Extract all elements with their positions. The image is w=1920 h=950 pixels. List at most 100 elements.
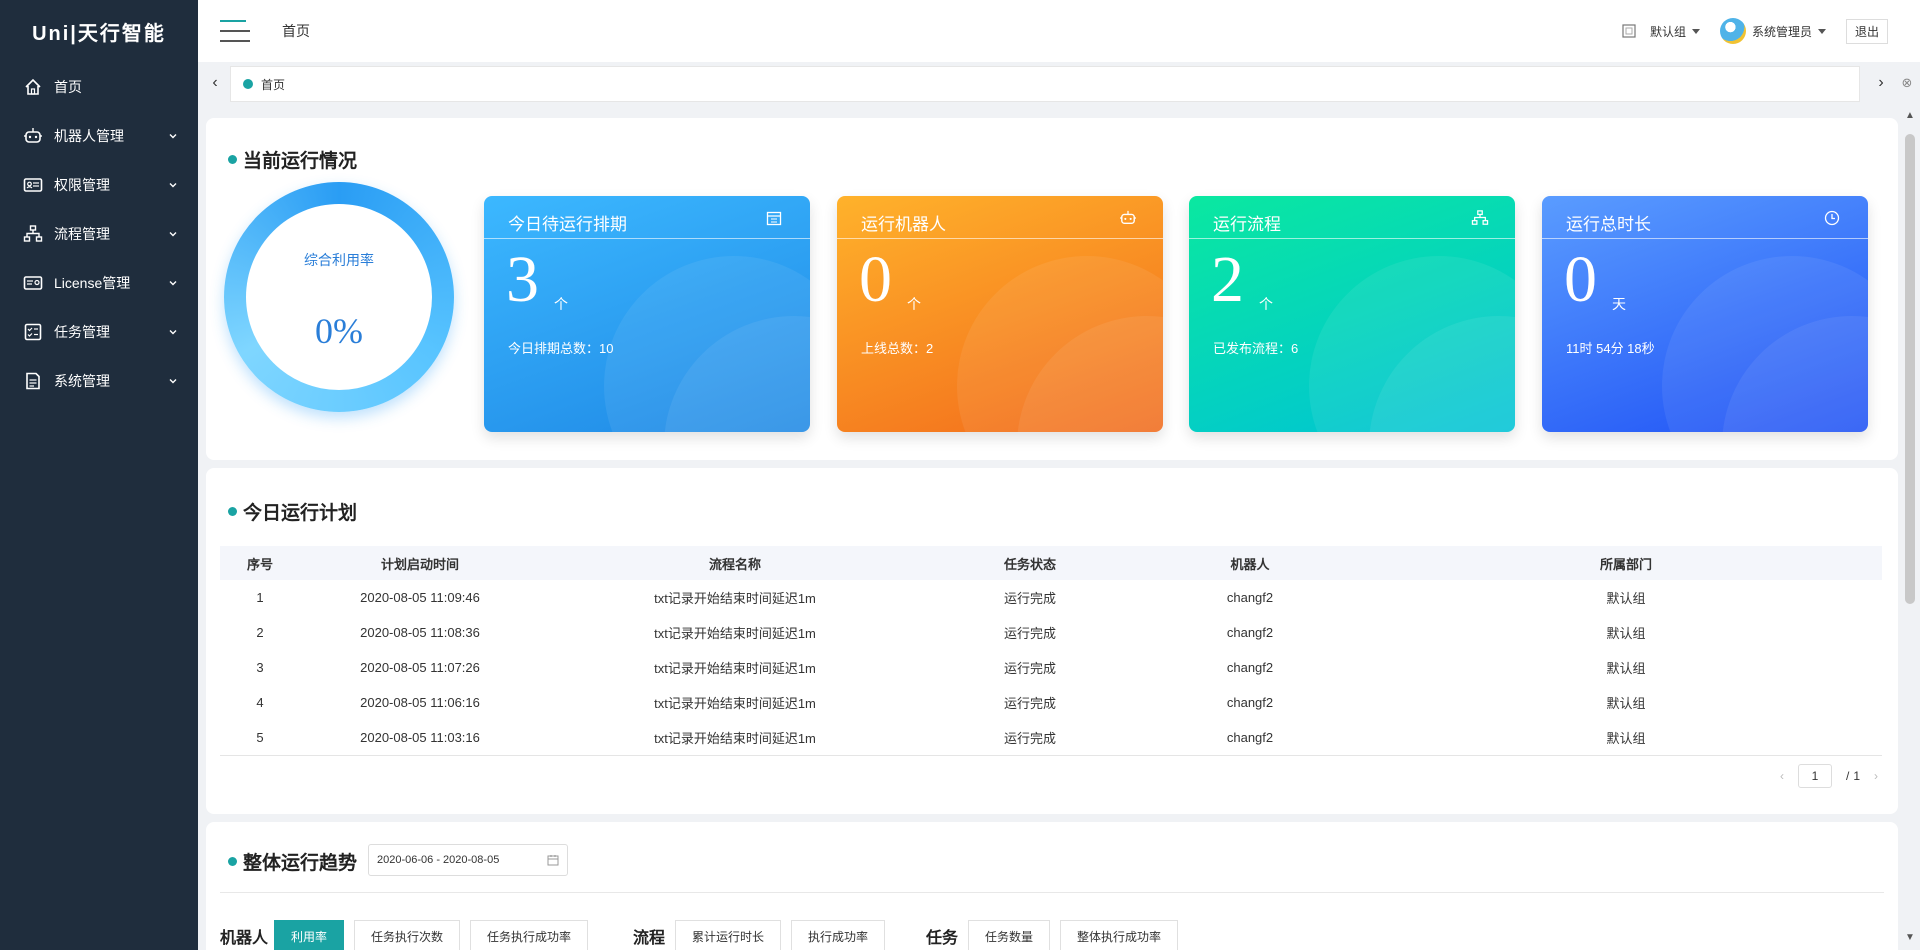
table-cell: 默认组 xyxy=(1370,720,1882,756)
table-cell: 2020-08-05 11:07:26 xyxy=(360,660,480,675)
card-title: 今日待运行排期 xyxy=(508,215,627,234)
trend-metric-button[interactable]: 任务执行次数 xyxy=(354,920,461,950)
next-page-icon[interactable]: › xyxy=(1874,769,1878,783)
trend-metric-button[interactable]: 累计运行时长 xyxy=(675,920,782,950)
trend-group-label: 任务 xyxy=(926,930,959,947)
section-title: 整体运行趋势 xyxy=(228,848,357,875)
sidebar-item-label: 流程管理 xyxy=(54,225,110,242)
table-cell: changf2 xyxy=(1226,590,1274,605)
card-subtext: 11时 54分 18秒 xyxy=(1566,341,1655,356)
caret-down-icon xyxy=(1817,28,1826,34)
divider xyxy=(220,892,1884,893)
sidebar-item-5[interactable]: 任务管理 xyxy=(0,307,198,356)
stat-card: 运行流程 2 个已发布流程：6 xyxy=(1189,196,1515,432)
main-content: 当前运行情况 综合利用率 0% 今日待运行排期 3 个今日排期总数：10 运行机器人 0… xyxy=(198,104,1900,950)
trend-group: 任务 任务数量 整体执行成功率 xyxy=(926,920,1179,950)
bullet-icon xyxy=(228,155,237,164)
chevron-down-icon xyxy=(166,374,180,388)
chevron-down-icon xyxy=(166,227,180,241)
menu-toggle-icon[interactable] xyxy=(220,20,250,42)
trend-metric-button[interactable]: 执行成功率 xyxy=(791,920,886,950)
card-subtext: 今日排期总数：10 xyxy=(508,341,614,356)
chevron-down-icon xyxy=(166,178,180,192)
tabs-next-icon[interactable]: › xyxy=(1868,70,1894,96)
page-input[interactable]: 1 xyxy=(1797,764,1832,788)
robot-icon xyxy=(1119,210,1137,228)
table-cell: 3 xyxy=(256,660,264,675)
trend-group-label: 机器人 xyxy=(220,930,269,947)
section-title-text: 当前运行情况 xyxy=(243,151,358,172)
tab-home[interactable]: 首页 xyxy=(231,69,298,99)
tab-strip: 首页 xyxy=(230,66,1860,102)
sidebar-item-1[interactable]: 机器人管理 xyxy=(0,111,198,160)
trend-metric-button[interactable]: 任务执行成功率 xyxy=(470,920,589,950)
active-dot-icon xyxy=(243,79,253,89)
sidebar-item-label: 任务管理 xyxy=(54,323,110,340)
bullet-icon xyxy=(228,507,237,516)
section-title: 当前运行情况 xyxy=(228,146,357,173)
user-dropdown[interactable]: 系统管理员 xyxy=(1719,18,1826,44)
table-cell: changf2 xyxy=(1226,695,1274,710)
sidebar-item-0[interactable]: 首页 xyxy=(0,62,198,111)
tabs-prev-icon[interactable]: ‹ xyxy=(202,70,228,96)
trend-metric-button[interactable]: 利用率 xyxy=(274,920,345,950)
sidebar-item-label: 系统管理 xyxy=(54,372,110,389)
table-row[interactable]: 5 2020-08-05 11:03:16 txt记录开始结束时间延迟1m 运行完成 c… xyxy=(220,720,1882,756)
chevron-down-icon xyxy=(166,276,180,290)
date-range-picker[interactable]: 2020-06-06 - 2020-08-05 xyxy=(368,844,568,876)
table-cell: txt记录开始结束时间延迟1m xyxy=(654,591,816,606)
table-cell: 运行完成 xyxy=(1003,626,1056,641)
group-dropdown[interactable]: 默认组 xyxy=(1622,23,1700,40)
page-total: 1 xyxy=(1853,769,1860,783)
card-title: 运行机器人 xyxy=(861,215,946,234)
sidebar-item-label: License管理 xyxy=(54,274,131,291)
table-cell: changf2 xyxy=(1130,720,1370,756)
table-cell: txt记录开始结束时间延迟1m xyxy=(540,720,930,756)
trend-group: 流程 累计运行时长 执行成功率 xyxy=(633,920,886,950)
trend-group: 机器人 利用率 任务执行次数 任务执行成功率 xyxy=(220,920,589,950)
ring-caption: 综合利用率 xyxy=(304,252,374,268)
pagination: ‹ 1 / 1 › xyxy=(1780,764,1878,788)
table-cell: 默认组 xyxy=(1606,626,1646,641)
column-header: 流程名称 xyxy=(540,546,930,580)
stat-card: 今日待运行排期 3 个今日排期总数：10 xyxy=(484,196,810,432)
card-value: 3 xyxy=(506,243,539,316)
table-cell: 默认组 xyxy=(1606,696,1646,711)
table-cell: 运行完成 xyxy=(930,720,1130,756)
scroll-up-icon[interactable]: ▲ xyxy=(1904,110,1916,122)
table-row[interactable]: 2 2020-08-05 11:08:36 txt记录开始结束时间延迟1m 运行完成 c… xyxy=(220,615,1882,650)
table-cell: 运行完成 xyxy=(1003,696,1056,711)
ring-value: 0% xyxy=(315,311,363,351)
breadcrumb: 首页 xyxy=(282,23,310,39)
sidebar: Uni|天行智能 首页 机器人管理 权限管理 流程管理 License管理 任务管理 系统管… xyxy=(0,0,198,950)
table-row[interactable]: 4 2020-08-05 11:06:16 txt记录开始结束时间延迟1m 运行完成 c… xyxy=(220,685,1882,720)
card-subtext: 已发布流程：6 xyxy=(1213,341,1299,356)
table-cell: changf2 xyxy=(1226,660,1274,675)
sidebar-item-3[interactable]: 流程管理 xyxy=(0,209,198,258)
table-row[interactable]: 3 2020-08-05 11:07:26 txt记录开始结束时间延迟1m 运行完成 c… xyxy=(220,650,1882,685)
scroll-thumb[interactable] xyxy=(1905,134,1915,604)
fullscreen-icon[interactable] xyxy=(1622,24,1636,38)
sidebar-item-6[interactable]: 系统管理 xyxy=(0,356,198,405)
tab-label: 首页 xyxy=(261,77,286,92)
prev-page-icon[interactable]: ‹ xyxy=(1780,769,1784,783)
logout-button[interactable]: 退出 xyxy=(1845,18,1888,44)
trend-metric-button[interactable]: 整体执行成功率 xyxy=(1060,920,1179,950)
section-title-text: 整体运行趋势 xyxy=(243,853,358,874)
sidebar-item-4[interactable]: License管理 xyxy=(0,258,198,307)
close-all-tabs-icon[interactable]: ⊗ xyxy=(1894,70,1920,96)
scroll-down-icon[interactable]: ▼ xyxy=(1904,932,1916,944)
vertical-scrollbar[interactable]: ▲ ▼ xyxy=(1900,104,1920,950)
table-cell: changf2 xyxy=(1226,625,1274,640)
card-unit: 个 xyxy=(554,296,568,312)
robot-icon xyxy=(22,125,44,147)
table-cell: 4 xyxy=(256,695,264,710)
flow-icon xyxy=(22,223,44,245)
chevron-down-icon xyxy=(166,325,180,339)
stat-card: 运行总时长 0 天 11时 54分 18秒 xyxy=(1542,196,1868,432)
trend-metric-button[interactable]: 任务数量 xyxy=(968,920,1051,950)
card-unit: 天 xyxy=(1612,296,1626,312)
trend-panel: 整体运行趋势 2020-06-06 - 2020-08-05 机器人 利用率 任务执… xyxy=(206,822,1898,950)
sidebar-item-2[interactable]: 权限管理 xyxy=(0,160,198,209)
table-row[interactable]: 1 2020-08-05 11:09:46 txt记录开始结束时间延迟1m 运行完成 c… xyxy=(220,580,1882,615)
